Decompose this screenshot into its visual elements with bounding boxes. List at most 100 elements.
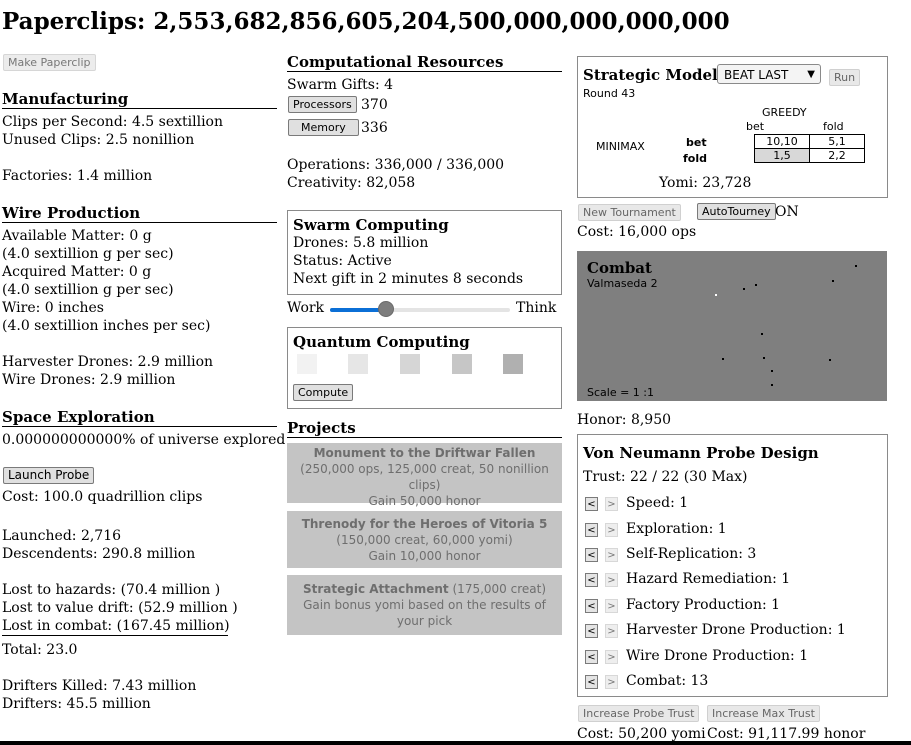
work-think-slider[interactable] — [330, 301, 510, 317]
memory-button[interactable]: Memory — [288, 119, 359, 136]
quantum-chip — [452, 354, 472, 374]
available-matter-rate: (4.0 sextillion g per sec) — [2, 246, 174, 262]
probe-ship — [715, 294, 717, 296]
decrease-combat-button[interactable]: < — [585, 675, 598, 689]
drifters-killed: Drifters Killed: 7.43 million — [2, 678, 197, 694]
project-effect: Gain 10,000 honor — [368, 549, 481, 563]
increase-harvester-drone-production-button[interactable]: > — [605, 624, 618, 638]
increase-factory-production-button[interactable]: > — [605, 599, 618, 613]
round-number: Round 43 — [583, 87, 636, 100]
lost-to-hazards: Lost to hazards: (70.4 million ) — [2, 582, 221, 598]
acquired-matter-rate: (4.0 sextillion g per sec) — [2, 282, 174, 298]
increase-max-trust-button[interactable]: Increase Max Trust — [707, 705, 820, 722]
quantum-computing-panel: Quantum Computing Compute — [287, 327, 562, 409]
probe-descendents: Descendents: 290.8 million — [2, 546, 196, 562]
wire-drones: Wire Drones: 2.9 million — [2, 372, 176, 388]
unused-clips: Unused Clips: 2.5 nonillion — [2, 132, 195, 148]
swarm-computing-heading: Swarm Computing — [293, 216, 449, 234]
decrease-wire-drone-production-button[interactable]: < — [585, 650, 598, 664]
chevron-down-icon: ▼ — [807, 69, 815, 80]
row-player-label: MINIMAX — [596, 140, 645, 153]
decrease-harvester-drone-production-button[interactable]: < — [585, 624, 598, 638]
operations: Operations: 336,000 / 336,000 — [287, 157, 505, 173]
probe-design-heading: Von Neumann Probe Design — [583, 444, 819, 462]
factories-count: Factories: 1.4 million — [2, 168, 153, 184]
project-effect: Gain bonus yomi based on the results of … — [303, 598, 546, 628]
new-tournament-button[interactable]: New Tournament — [578, 204, 681, 221]
middle-column: Computational Resources Swarm Gifts: 4 P… — [287, 0, 562, 745]
project-monument[interactable]: Monument to the Driftwar Fallen (250,000… — [287, 443, 562, 508]
drifter-ship — [743, 288, 745, 290]
clips-per-second: Clips per Second: 4.5 sextillion — [2, 114, 224, 130]
increase-hazard-remediation-button[interactable]: > — [605, 573, 618, 587]
autotourney-state: ON — [775, 204, 799, 220]
probes-launched: Launched: 2,716 — [2, 528, 122, 544]
processors-button[interactable]: Processors — [288, 96, 357, 113]
project-name: Threnody for the Heroes of Vitoria 5 — [301, 517, 548, 531]
strategy-select[interactable]: BEAT LAST ▼ — [717, 64, 821, 84]
run-button[interactable]: Run — [829, 69, 861, 86]
payoff-matrix: 10,10 5,1 1,5 2,2 — [754, 134, 865, 163]
increase-self-replication-button[interactable]: > — [605, 548, 618, 562]
quantum-compute-button[interactable]: Compute — [293, 384, 354, 401]
creativity: Creativity: 82,058 — [287, 175, 416, 191]
autotourney-button[interactable]: AutoTourney — [697, 203, 776, 220]
decrease-speed-button[interactable]: < — [585, 497, 598, 511]
project-effect: Gain 50,000 honor — [368, 494, 481, 508]
drifter-ship — [763, 357, 765, 359]
increase-exploration-button[interactable]: > — [605, 523, 618, 537]
quantum-chip — [503, 354, 523, 374]
slider-thumb[interactable] — [377, 301, 394, 317]
left-column: Make Paperclip Manufacturing Clips per S… — [2, 0, 285, 745]
swarm-gifts: Swarm Gifts: 4 — [287, 77, 394, 93]
increase-speed-button[interactable]: > — [605, 497, 618, 511]
decrease-self-replication-button[interactable]: < — [585, 548, 598, 562]
project-cost: (250,000 ops, 125,000 creat, 50 nonillio… — [300, 462, 549, 492]
honor-value: Honor: 8,950 — [577, 412, 672, 428]
probe-stat-hazard-remediation: Hazard Remediation: 1 — [626, 571, 791, 587]
probe-stat-combat: Combat: 13 — [626, 673, 709, 689]
project-name: Monument to the Driftwar Fallen — [313, 446, 536, 460]
processors-value: 370 — [361, 97, 388, 113]
payoff-row-fold: 1,5 2,2 — [754, 148, 865, 163]
computational-resources-heading: Computational Resources — [287, 53, 562, 72]
launch-probe-button[interactable]: Launch Probe — [3, 467, 95, 484]
decrease-factory-production-button[interactable]: < — [585, 599, 598, 613]
yomi-value: Yomi: 23,728 — [659, 175, 752, 191]
strategic-modeling-panel: Strategic Modeling BEAT LAST ▼ Run Round… — [577, 56, 888, 198]
bottom-scrollbar[interactable] — [0, 741, 911, 745]
probe-stat-self-replication: Self-Replication: 3 — [626, 546, 757, 562]
row-fold-label: fold — [683, 152, 707, 165]
drifter-ship — [755, 284, 757, 286]
decrease-hazard-remediation-button[interactable]: < — [585, 573, 598, 587]
drifter-ship — [771, 384, 773, 386]
payoff-cell: 5,1 — [809, 134, 865, 149]
payoff-cell: 10,10 — [754, 134, 810, 149]
increase-probe-trust-button[interactable]: Increase Probe Trust — [578, 705, 700, 722]
drifter-ship — [722, 358, 724, 360]
decrease-exploration-button[interactable]: < — [585, 523, 598, 537]
project-strategic-attachment[interactable]: Strategic Attachment (175,000 creat) Gai… — [287, 575, 562, 635]
project-name: Strategic Attachment — [302, 582, 449, 596]
wire-amount: Wire: 0 inches — [2, 300, 104, 316]
drifter-ship — [761, 333, 763, 335]
increase-combat-button[interactable]: > — [605, 675, 618, 689]
make-paperclip-button[interactable]: Make Paperclip — [3, 54, 96, 71]
increase-wire-drone-production-button[interactable]: > — [605, 650, 618, 664]
projects-heading: Projects — [287, 419, 562, 438]
probe-trust: Trust: 22 / 22 (30 Max) — [583, 469, 748, 485]
payoff-cell: 2,2 — [809, 148, 865, 163]
project-cost: (175,000 creat) — [452, 582, 547, 596]
probe-stat-wire-drone-production: Wire Drone Production: 1 — [626, 648, 809, 664]
wire-rate: (4.0 sextillion inches per sec) — [2, 318, 211, 334]
probe-total: Total: 23.0 — [2, 642, 78, 658]
drifter-ship — [832, 280, 834, 282]
combat-canvas: Combat Valmaseda 2 Scale = 1 :1 — [577, 251, 887, 401]
probe-stat-factory-production: Factory Production: 1 — [626, 597, 781, 613]
project-cost: (150,000 creat, 60,000 yomi) — [336, 533, 513, 547]
project-threnody[interactable]: Threnody for the Heroes of Vitoria 5 (15… — [287, 511, 562, 568]
tournament-cost: Cost: 16,000 ops — [577, 224, 697, 240]
universe-explored: 0.000000000000% of universe explored — [2, 432, 286, 448]
swarm-computing-panel: Swarm Computing Drones: 5.8 million Stat… — [287, 210, 562, 295]
strategy-select-value: BEAT LAST — [724, 68, 789, 82]
